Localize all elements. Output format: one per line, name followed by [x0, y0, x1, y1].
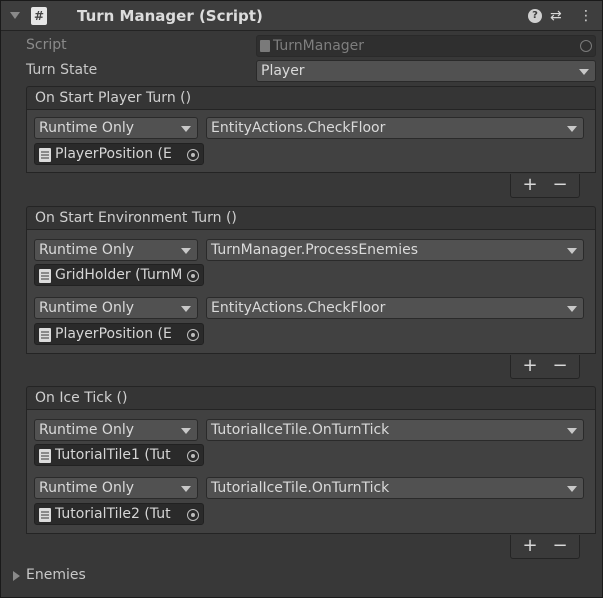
chevron-down-icon [567, 306, 577, 312]
chevron-down-icon [181, 428, 191, 434]
function-dropdown[interactable]: TutorialIceTile.OnTurnTick [206, 477, 584, 499]
chevron-down-icon [567, 126, 577, 132]
event-header-on-start-player-turn: On Start Player Turn () [26, 86, 596, 110]
chevron-down-icon [567, 428, 577, 434]
function-dropdown[interactable]: EntityActions.CheckFloor [206, 117, 584, 139]
function-dropdown[interactable]: EntityActions.CheckFloor [206, 297, 584, 319]
add-listener-button[interactable]: + [515, 174, 545, 196]
runtime-mode-dropdown[interactable]: Runtime Only [34, 117, 198, 139]
chevron-down-icon [181, 306, 191, 312]
turn-state-label: Turn State [26, 62, 98, 78]
function-dropdown[interactable]: TutorialIceTile.OnTurnTick [206, 419, 584, 441]
remove-listener-button[interactable]: − [545, 355, 575, 377]
chevron-down-icon [181, 126, 191, 132]
target-object-value: TutorialTile2 (Tut [55, 506, 171, 522]
object-picker-icon[interactable] [183, 505, 203, 524]
chevron-down-icon [567, 248, 577, 254]
object-picker-icon[interactable] [183, 145, 203, 164]
target-object-value: GridHolder (TurnM [55, 267, 183, 283]
chevron-down-icon [181, 486, 191, 492]
target-object-field[interactable]: TutorialTile2 (Tut [34, 503, 204, 525]
event-header-on-ice-tick: On Ice Tick () [26, 386, 596, 410]
script-file-icon [39, 269, 51, 283]
runtime-mode-value: Runtime Only [39, 480, 134, 496]
object-picker-icon[interactable] [183, 446, 203, 465]
enemies-foldout-label[interactable]: Enemies [26, 567, 86, 583]
sliders-icon[interactable]: ⇄ [550, 7, 562, 25]
remove-listener-button[interactable]: − [545, 535, 575, 557]
target-object-field[interactable]: PlayerPosition (E [34, 143, 204, 165]
object-picker-icon[interactable] [183, 266, 203, 285]
runtime-mode-value: Runtime Only [39, 120, 134, 136]
component-title: Turn Manager (Script) [77, 7, 263, 25]
target-object-value: PlayerPosition (E [55, 146, 172, 162]
script-file-icon [39, 449, 51, 463]
function-value: EntityActions.CheckFloor [211, 120, 386, 136]
fold-arrow-icon[interactable] [10, 12, 20, 19]
chevron-down-icon [579, 69, 589, 75]
function-value: TurnManager.ProcessEnemies [211, 242, 419, 258]
script-file-icon [260, 40, 270, 52]
script-file-icon [39, 148, 51, 162]
function-dropdown[interactable]: TurnManager.ProcessEnemies [206, 239, 584, 261]
target-object-value: PlayerPosition (E [55, 326, 172, 342]
object-picker-icon [580, 40, 592, 52]
script-label: Script [26, 37, 67, 53]
remove-listener-button[interactable]: − [545, 174, 575, 196]
event-header-on-start-environment-turn: On Start Environment Turn () [26, 206, 596, 230]
help-icon[interactable]: ? [528, 9, 542, 23]
turn-state-dropdown[interactable]: Player [256, 60, 596, 82]
foldout-arrow-icon[interactable] [13, 571, 20, 581]
function-value: TutorialIceTile.OnTurnTick [211, 422, 390, 438]
runtime-mode-dropdown[interactable]: Runtime Only [34, 239, 198, 261]
script-value: TurnManager [273, 38, 365, 54]
runtime-mode-value: Runtime Only [39, 242, 134, 258]
target-object-value: TutorialTile1 (Tut [55, 447, 171, 463]
object-picker-icon[interactable] [183, 325, 203, 344]
target-object-field[interactable]: GridHolder (TurnM [34, 264, 204, 286]
add-remove-controls: + − [510, 535, 580, 559]
target-object-field[interactable]: PlayerPosition (E [34, 323, 204, 345]
target-object-field[interactable]: TutorialTile1 (Tut [34, 444, 204, 466]
chevron-down-icon [567, 486, 577, 492]
function-value: TutorialIceTile.OnTurnTick [211, 480, 390, 496]
runtime-mode-dropdown[interactable]: Runtime Only [34, 297, 198, 319]
chevron-down-icon [181, 248, 191, 254]
runtime-mode-value: Runtime Only [39, 300, 134, 316]
script-hash-icon: # [31, 7, 47, 25]
runtime-mode-dropdown[interactable]: Runtime Only [34, 419, 198, 441]
runtime-mode-value: Runtime Only [39, 422, 134, 438]
turn-state-value: Player [261, 63, 305, 79]
script-field: TurnManager [256, 35, 596, 57]
script-file-icon [39, 328, 51, 342]
add-remove-controls: + − [510, 355, 580, 379]
add-listener-button[interactable]: + [515, 355, 545, 377]
add-listener-button[interactable]: + [515, 535, 545, 557]
script-file-icon [39, 508, 51, 522]
runtime-mode-dropdown[interactable]: Runtime Only [34, 477, 198, 499]
function-value: EntityActions.CheckFloor [211, 300, 386, 316]
kebab-menu-icon[interactable]: ⋮ [579, 7, 593, 25]
component-header[interactable]: # Turn Manager (Script) ? ⇄ ⋮ [1, 1, 602, 31]
inspector-panel: # Turn Manager (Script) ? ⇄ ⋮ Script Tur… [0, 0, 603, 598]
add-remove-controls: + − [510, 174, 580, 198]
